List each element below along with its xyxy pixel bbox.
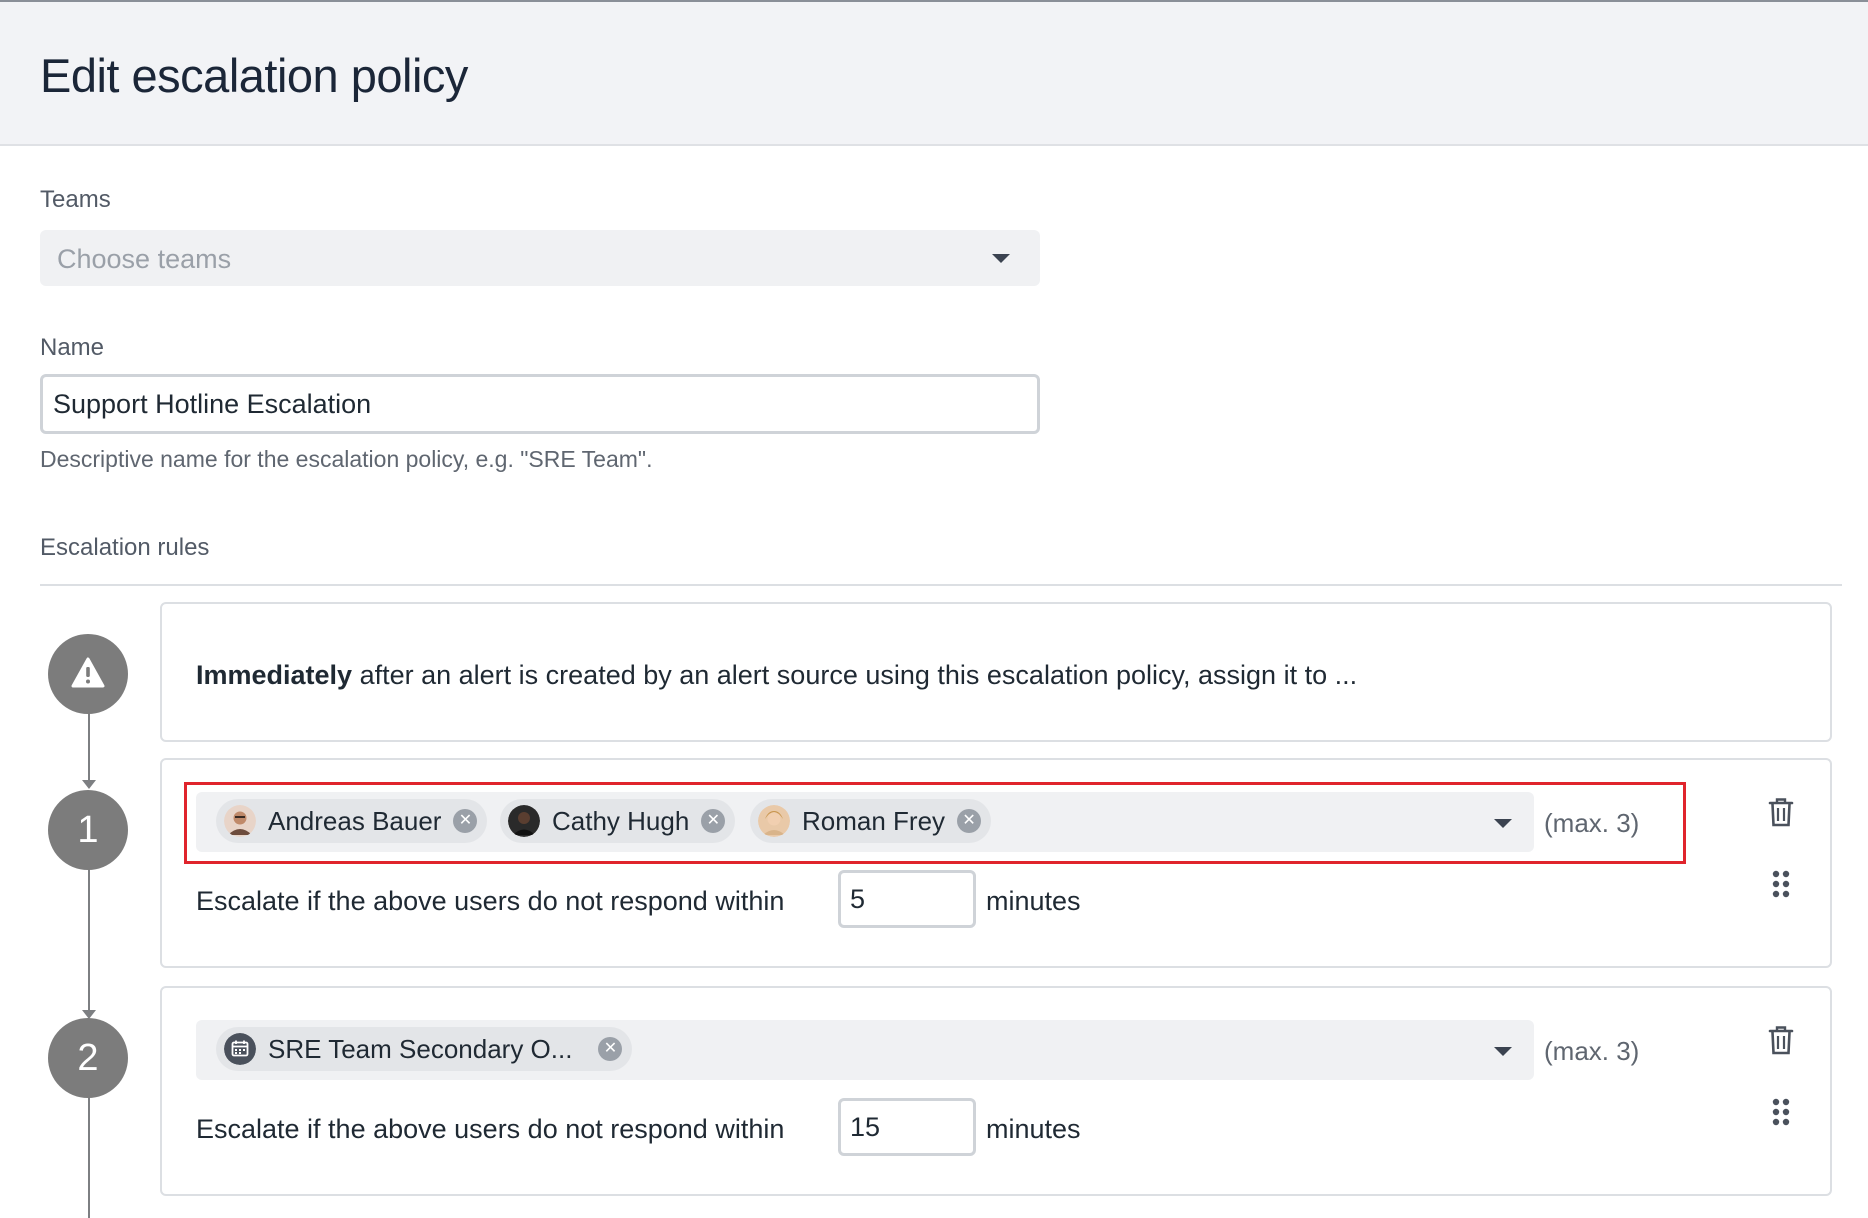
rule-card-2: SRE Team Secondary O... ✕ (max. 3) Escal… — [160, 986, 1832, 1196]
timeline-connector — [88, 1096, 90, 1218]
assignee-chip: Cathy Hugh ✕ — [500, 799, 736, 843]
step-number-2: 2 — [48, 1018, 128, 1098]
assignees-select[interactable]: SRE Team Secondary O... ✕ — [196, 1020, 1534, 1080]
remove-icon[interactable]: ✕ — [701, 809, 726, 833]
intro-card: Immediately after an alert is created by… — [160, 602, 1832, 742]
teams-select[interactable]: Choose teams — [40, 230, 1040, 286]
remove-icon[interactable]: ✕ — [453, 809, 478, 833]
timeline-connector — [88, 868, 90, 1016]
avatar — [508, 805, 540, 837]
warning-icon — [71, 657, 105, 688]
escalate-label: Escalate if the above users do not respo… — [196, 886, 785, 916]
assignee-chip: Andreas Bauer ✕ — [216, 799, 488, 843]
timeline-connector — [88, 712, 90, 784]
name-label: Name — [40, 334, 105, 361]
chevron-down-icon — [1494, 1047, 1512, 1056]
max-label: (max. 3) — [1544, 1036, 1640, 1066]
rule-card-1: Andreas Bauer ✕ Cathy Hugh ✕ Roman Frey … — [160, 758, 1832, 968]
trash-icon[interactable] — [1766, 796, 1796, 828]
calendar-icon — [224, 1033, 256, 1065]
teams-placeholder: Choose teams — [57, 244, 232, 274]
escalation-rules-label: Escalation rules — [40, 534, 210, 561]
escalate-label: Escalate if the above users do not respo… — [196, 1114, 785, 1144]
assignee-name: Roman Frey — [802, 805, 946, 836]
name-hint: Descriptive name for the escalation poli… — [40, 446, 653, 472]
minutes-label: minutes — [986, 1114, 1081, 1144]
divider — [40, 584, 1842, 586]
assignee-name: Andreas Bauer — [268, 805, 442, 836]
intro-text: Immediately after an alert is created by… — [196, 660, 1357, 691]
drag-handle-icon[interactable] — [1766, 1096, 1796, 1128]
avatar — [224, 805, 256, 837]
page-title: Edit escalation policy — [40, 49, 468, 102]
step-number-1: 1 — [48, 790, 128, 870]
minutes-label: minutes — [986, 886, 1081, 916]
assignees-select[interactable]: Andreas Bauer ✕ Cathy Hugh ✕ Roman Frey … — [196, 792, 1534, 852]
drag-handle-icon[interactable] — [1766, 868, 1796, 900]
assignee-name: Cathy Hugh — [552, 805, 690, 836]
intro-strong: Immediately — [196, 660, 353, 690]
assignee-name: SRE Team Secondary O... — [268, 1033, 573, 1064]
minutes-input[interactable] — [838, 870, 976, 928]
teams-label: Teams — [40, 186, 111, 213]
alert-step-circle — [48, 634, 128, 714]
intro-rest: after an alert is created by an alert so… — [352, 660, 1358, 690]
chevron-down-icon — [992, 254, 1010, 263]
name-input[interactable] — [40, 374, 1040, 434]
remove-icon[interactable]: ✕ — [598, 1037, 623, 1061]
avatar — [758, 805, 790, 837]
assignee-chip: Roman Frey ✕ — [750, 799, 992, 843]
max-label: (max. 3) — [1544, 808, 1640, 838]
minutes-input[interactable] — [838, 1098, 976, 1156]
assignee-chip: SRE Team Secondary O... ✕ — [216, 1027, 633, 1071]
trash-icon[interactable] — [1766, 1024, 1796, 1056]
timeline-arrow — [82, 780, 96, 789]
chevron-down-icon — [1494, 819, 1512, 828]
page-header: Edit escalation policy — [0, 0, 1868, 146]
remove-icon[interactable]: ✕ — [957, 809, 982, 833]
